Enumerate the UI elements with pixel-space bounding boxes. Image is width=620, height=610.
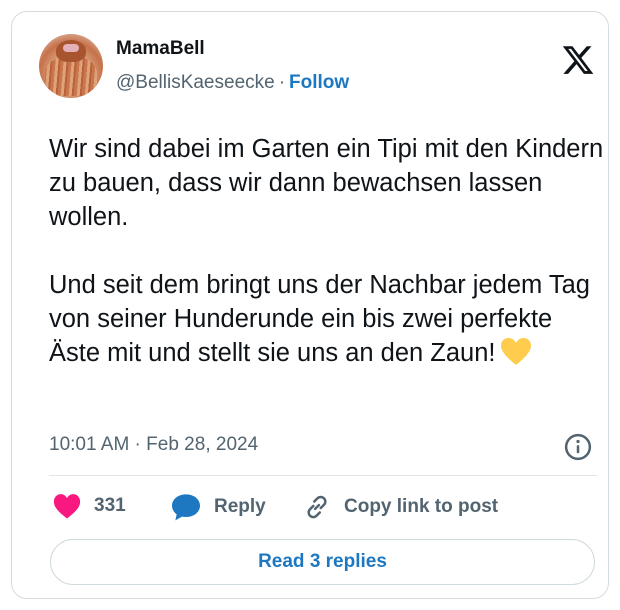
x-logo-icon[interactable] (561, 43, 595, 77)
info-icon[interactable] (563, 432, 593, 462)
copy-link-label: Copy link to post (344, 496, 499, 517)
like-button[interactable]: 331 (52, 492, 126, 520)
read-replies-button[interactable]: Read 3 replies (50, 539, 595, 585)
copy-link-button[interactable]: Copy link to post (302, 492, 498, 522)
likes-count: 331 (94, 495, 126, 516)
avatar[interactable] (39, 34, 103, 98)
author-name[interactable]: MamaBell (116, 38, 205, 60)
reply-button[interactable]: Reply (170, 492, 266, 522)
tweet-timestamp[interactable]: 10:01 AM · Feb 28, 2024 (49, 434, 258, 456)
author-handle-row: @BellisKaeseecke · Follow (116, 72, 349, 94)
heart-icon (53, 494, 81, 519)
tweet-paragraph-1: Wir sind dabei im Garten ein Tipi mit de… (49, 135, 604, 231)
tweet-card: MamaBell @BellisKaeseecke · Follow Wir sin… (11, 11, 609, 599)
separator-dot: · (278, 72, 286, 93)
follow-link[interactable]: Follow (289, 72, 349, 93)
divider (49, 475, 597, 476)
tweet-paragraph-2: Und seit dem bringt uns der Nachbar jede… (49, 268, 609, 370)
tweet-text: Wir sind dabei im Garten ein Tipi mit de… (49, 132, 609, 370)
yellow-heart-emoji-icon (500, 338, 531, 365)
author-handle[interactable]: @BellisKaeseecke (116, 72, 275, 93)
reply-label: Reply (214, 496, 266, 517)
action-bar: 331 Reply Copy link to post (12, 492, 608, 526)
reply-bubble-icon (172, 494, 200, 521)
link-icon (307, 495, 327, 519)
